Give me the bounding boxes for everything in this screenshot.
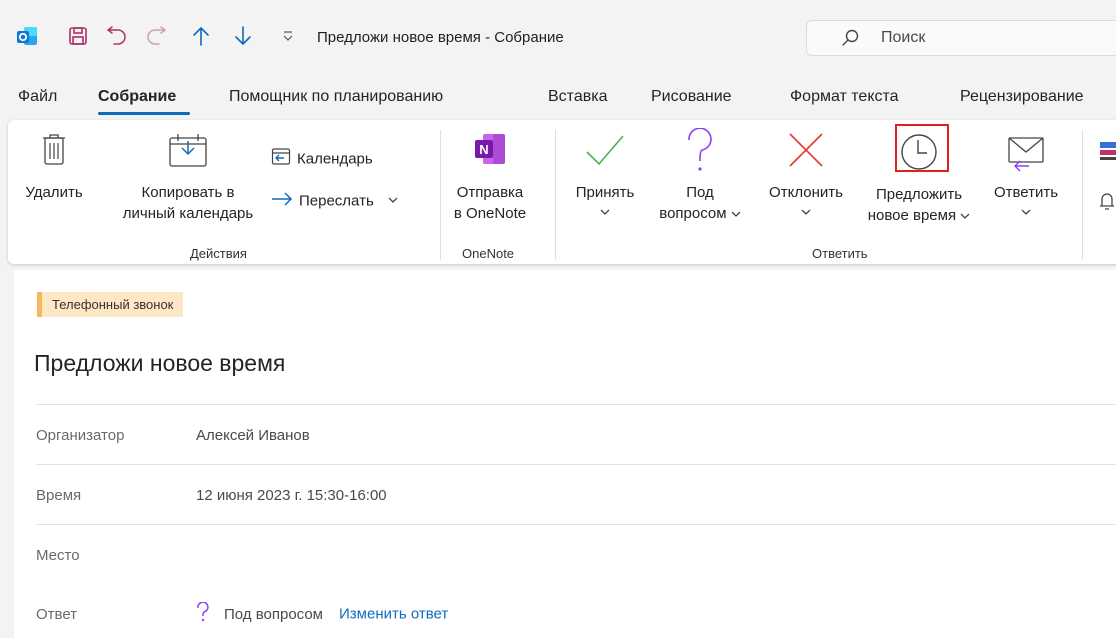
time-row: Время 12 июня 2023 г. 15:30-16:00 bbox=[36, 464, 1116, 524]
accept-label: Принять bbox=[575, 184, 635, 201]
tentative-button[interactable]: Под вопросом bbox=[650, 127, 750, 226]
organizer-name[interactable]: Алексей Иванов bbox=[196, 427, 310, 444]
change-response-link[interactable]: Изменить ответ bbox=[339, 606, 448, 623]
tab-format-text[interactable]: Формат текста bbox=[790, 88, 899, 106]
copy-label-line1: Копировать в bbox=[141, 184, 235, 201]
active-tab-indicator bbox=[98, 112, 190, 115]
tab-review[interactable]: Рецензирование bbox=[960, 88, 1084, 106]
tab-draw[interactable]: Рисование bbox=[651, 88, 732, 106]
propose-label-line1: Предложить bbox=[875, 186, 963, 203]
redo-icon[interactable] bbox=[143, 22, 169, 50]
group-separator bbox=[440, 130, 441, 260]
tentative-label-line1: Под bbox=[686, 184, 714, 201]
accept-button[interactable]: Принять bbox=[564, 128, 646, 224]
envelope-reply-icon bbox=[986, 128, 1066, 174]
question-mark-icon bbox=[196, 601, 210, 626]
reply-label: Ответить bbox=[993, 184, 1059, 201]
copy-to-calendar-button[interactable]: Копировать в личный календарь bbox=[108, 132, 268, 224]
search-icon bbox=[841, 29, 859, 52]
forward-button[interactable]: Переслать bbox=[271, 190, 398, 212]
meeting-subject: Предложи новое время bbox=[34, 350, 286, 376]
tentative-label-line2: вопросом bbox=[659, 205, 727, 222]
time-label: Время bbox=[36, 487, 82, 504]
time-value: 12 июня 2023 г. 15:30-16:00 bbox=[196, 487, 387, 504]
tab-meeting[interactable]: Собрание bbox=[98, 88, 176, 106]
window-title: Предложи новое время - Собрание bbox=[317, 29, 564, 46]
location-label: Место bbox=[36, 547, 80, 564]
onenote-label-line1: Отправка bbox=[456, 184, 524, 201]
propose-label-line2: новое время bbox=[867, 207, 957, 224]
search-box[interactable]: Поиск bbox=[806, 20, 1116, 56]
calendar-icon bbox=[271, 146, 291, 172]
onenote-label-line2: в OneNote bbox=[453, 205, 527, 222]
group-label-onenote: OneNote bbox=[462, 246, 515, 261]
clock-icon bbox=[860, 128, 978, 174]
tab-scheduling-assistant[interactable]: Помощник по планированию bbox=[229, 88, 443, 106]
location-row: Место bbox=[36, 524, 1116, 584]
arrow-down-icon[interactable] bbox=[230, 22, 256, 50]
customize-toolbar-icon[interactable] bbox=[278, 22, 298, 50]
calendar-button[interactable]: Календарь bbox=[271, 146, 373, 172]
group-separator bbox=[555, 130, 556, 260]
response-label: Ответ bbox=[36, 606, 78, 623]
tentative-dropdown-icon[interactable] bbox=[731, 209, 741, 221]
propose-label-line2-wrap: новое время bbox=[860, 205, 978, 228]
tab-insert[interactable]: Вставка bbox=[548, 88, 607, 106]
trash-icon bbox=[16, 132, 92, 168]
meeting-details: Телефонный звонок Предложи новое время О… bbox=[14, 270, 1116, 638]
arrow-up-icon[interactable] bbox=[188, 22, 214, 50]
decline-dropdown-icon[interactable] bbox=[756, 203, 856, 224]
search-label: Поиск bbox=[881, 29, 926, 46]
ribbon-tabs: Файл Собрание Помощник по планированию В… bbox=[0, 84, 1116, 114]
accept-dropdown-icon[interactable] bbox=[564, 203, 646, 224]
tentative-label-line2-wrap: вопросом bbox=[650, 203, 750, 226]
reply-button[interactable]: Ответить bbox=[986, 128, 1066, 224]
question-mark-icon bbox=[650, 127, 750, 174]
group-label-respond: Ответить bbox=[812, 246, 868, 261]
decline-label: Отклонить bbox=[769, 184, 843, 201]
forward-label: Переслать bbox=[299, 192, 374, 210]
group-separator bbox=[1082, 130, 1083, 260]
forward-dropdown-icon[interactable] bbox=[388, 195, 398, 207]
bell-icon[interactable] bbox=[1098, 190, 1116, 217]
delete-label: Удалить bbox=[25, 184, 83, 201]
outlook-logo-icon bbox=[14, 22, 40, 50]
copy-label-line2: личный календарь bbox=[122, 205, 254, 222]
delete-button[interactable]: Удалить bbox=[16, 132, 92, 203]
calendar-copy-icon bbox=[108, 132, 268, 168]
category-tag[interactable]: Телефонный звонок bbox=[37, 292, 184, 317]
response-value-wrap: Под вопросом Изменить ответ bbox=[196, 601, 448, 626]
undo-icon[interactable] bbox=[104, 22, 130, 50]
send-to-onenote-button[interactable]: N Отправка в OneNote bbox=[448, 132, 532, 224]
propose-new-time-button[interactable]: Предложить новое время bbox=[860, 128, 978, 228]
forward-arrow-icon bbox=[271, 191, 293, 212]
response-value: Под вопросом bbox=[224, 605, 323, 623]
group-label-actions: Действия bbox=[190, 246, 247, 261]
response-row: Ответ Под вопросом Изменить ответ bbox=[36, 584, 1116, 638]
reply-dropdown-icon[interactable] bbox=[986, 203, 1066, 224]
svg-text:N: N bbox=[479, 142, 488, 157]
calendar-label: Календарь bbox=[297, 150, 373, 168]
x-mark-icon bbox=[756, 128, 856, 174]
tab-file[interactable]: Файл bbox=[18, 88, 57, 106]
propose-dropdown-icon[interactable] bbox=[960, 211, 970, 223]
checkmark-icon bbox=[564, 128, 646, 174]
onenote-icon: N bbox=[448, 132, 532, 168]
flag-icon[interactable] bbox=[1098, 140, 1116, 167]
organizer-row: Организатор Алексей Иванов bbox=[36, 404, 1116, 464]
save-icon[interactable] bbox=[65, 22, 91, 50]
organizer-label: Организатор bbox=[36, 427, 125, 444]
title-bar: Предложи новое время - Собрание Поиск bbox=[0, 0, 1116, 72]
decline-button[interactable]: Отклонить bbox=[756, 128, 856, 224]
ribbon: Удалить Копировать в личный календарь Ка… bbox=[8, 120, 1116, 264]
